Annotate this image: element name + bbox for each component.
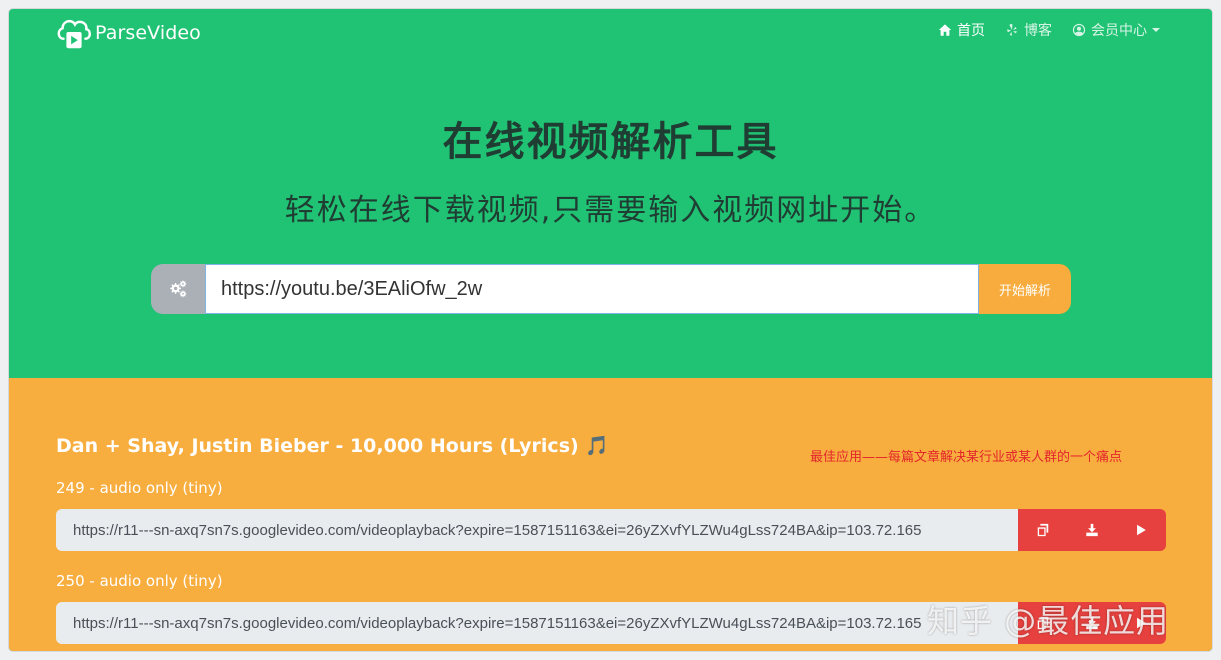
nav-links: 首页 博客 会员中心 [918, 17, 1160, 43]
format-label: 250 - audio only (tiny) [56, 572, 223, 590]
format-label: 249 - audio only (tiny) [56, 479, 223, 497]
results-panel: Dan + Shay, Justin Bieber - 10,000 Hours… [9, 378, 1212, 651]
hero-title: 在线视频解析工具 [442, 119, 779, 165]
watermark-text: 最佳应用——每篇文章解决某行业或某人群的一个痛点 [810, 450, 1123, 465]
brand-name: ParseVideo [95, 22, 201, 44]
hero-subtitle: 轻松在线下载视频,只需要输入视频网址开始。 [284, 193, 937, 228]
zhihu-watermark: 知乎 @最佳应用 [927, 602, 1170, 640]
download-url-field[interactable] [56, 602, 1018, 644]
copy-button[interactable] [1018, 509, 1067, 551]
download-button[interactable] [1067, 509, 1116, 551]
yelp-icon [1007, 23, 1017, 36]
play-button[interactable] [1116, 509, 1166, 551]
search-bar: 开始解析 [151, 264, 1071, 314]
start-parse-button[interactable]: 开始解析 [979, 264, 1071, 314]
nav-home[interactable]: 首页 [938, 20, 985, 40]
nav-blog-label: 博客 [1024, 23, 1052, 39]
video-title: Dan + Shay, Justin Bieber - 10,000 Hours… [56, 435, 609, 457]
download-icon [1085, 523, 1098, 537]
nav-member-center[interactable]: 会员中心 [1072, 20, 1160, 40]
play-icon [1137, 524, 1146, 536]
user-circle-icon [1072, 23, 1086, 37]
copy-icon [1037, 523, 1048, 537]
nav-home-label: 首页 [957, 23, 985, 39]
chevron-down-icon [1152, 28, 1160, 32]
url-input[interactable] [205, 264, 979, 314]
app-frame: ParseVideo 首页 博客 会员中心 在线视频解析工具 轻松在线下载视频,… [9, 9, 1212, 651]
gears-icon [170, 280, 187, 298]
download-url-field[interactable] [56, 509, 1018, 551]
download-link-row [56, 509, 1166, 551]
nav-member-label: 会员中心 [1091, 23, 1147, 39]
navbar: ParseVideo 首页 博客 会员中心 [9, 9, 1212, 53]
home-icon [938, 24, 952, 36]
settings-addon[interactable] [151, 264, 205, 314]
brand[interactable]: ParseVideo [55, 13, 201, 53]
nav-blog[interactable]: 博客 [1005, 20, 1052, 40]
logo-icon [57, 19, 92, 49]
